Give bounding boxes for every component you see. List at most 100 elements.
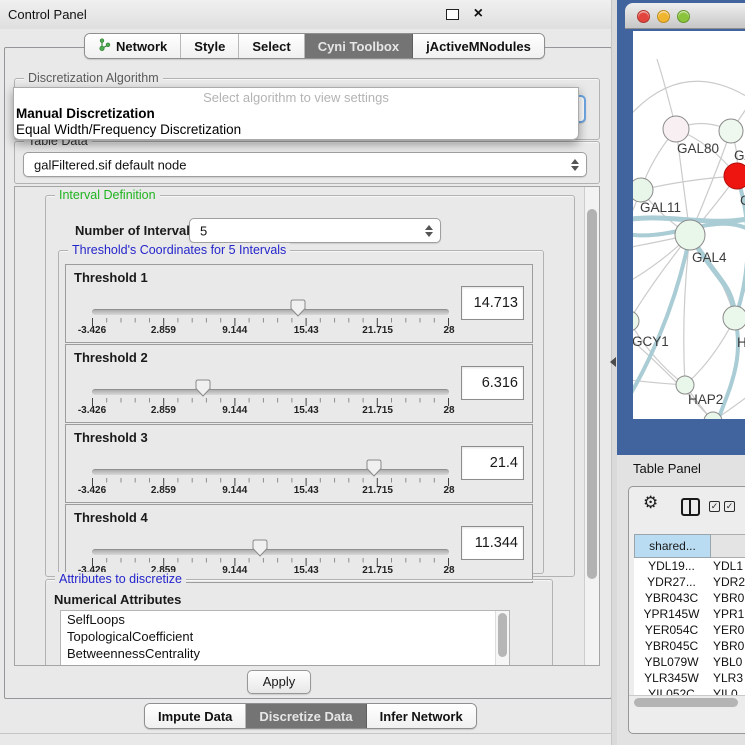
slider-thumb[interactable]	[290, 299, 306, 317]
node-label-gal80: GAL80	[677, 141, 719, 156]
settings-scrollbar-track[interactable]	[584, 187, 599, 665]
node-label-gal4: GAL4	[692, 250, 727, 265]
node-label-gal11: GAL11	[640, 200, 681, 215]
close-icon[interactable]: ×	[474, 4, 483, 24]
number-of-intervals-combobox[interactable]: 5	[189, 218, 441, 243]
table-row[interactable]: YBR045CYBR0	[634, 638, 745, 654]
table-row[interactable]: YER054CYER0	[634, 622, 745, 638]
tab-jactivemnodules[interactable]: jActiveMNodules	[413, 34, 544, 58]
slider-track[interactable]	[92, 389, 449, 395]
table-row[interactable]: YBR043CYBR0	[634, 590, 745, 606]
number-of-intervals-label: Number of Intervals	[75, 223, 197, 238]
network-node-gal80[interactable]	[663, 116, 689, 142]
threshold-boxes: Threshold 1-3.4262.8599.14415.4321.71528…	[65, 264, 533, 584]
minimize-window-icon[interactable]	[657, 10, 670, 23]
threshold-value-field[interactable]: 14.713	[461, 286, 524, 320]
slider-thumb[interactable]	[366, 459, 382, 477]
tab-style[interactable]: Style	[181, 34, 239, 58]
table-row[interactable]: YPR145WYPR1	[634, 606, 745, 622]
cell-shared-name: YER054C	[634, 622, 709, 638]
gear-icon[interactable]: ⚙	[643, 493, 658, 513]
settings-scroll-area: Interval Definition Number of Intervals …	[14, 186, 600, 666]
threshold-label: Threshold 4	[74, 510, 148, 525]
apply-button[interactable]: Apply	[247, 670, 311, 694]
attribute-item-betweennesscentrality[interactable]: BetweennessCentrality	[61, 645, 509, 662]
tick-label: 2.859	[151, 325, 176, 336]
network-node-gal4[interactable]	[675, 220, 705, 250]
tick-label: 2.859	[151, 485, 176, 496]
slider-thumb[interactable]	[195, 379, 211, 397]
attributes-scrollbar-thumb[interactable]	[498, 613, 507, 657]
node-label-h: H	[737, 335, 745, 350]
checkbox-icon[interactable]: ✓	[709, 501, 720, 512]
combo-stepper-icon	[425, 225, 433, 237]
algorithm-dropdown-popup: Select algorithm to view settings Manual…	[13, 87, 579, 140]
numerical-attributes-label: Numerical Attributes	[54, 592, 181, 607]
slider-ticks	[90, 316, 452, 331]
tab-label: jActiveMNodules	[426, 39, 531, 54]
tick-label: -3.426	[78, 485, 106, 496]
table-row[interactable]: YBL079WYBL0	[634, 654, 745, 670]
tab-select[interactable]: Select	[239, 34, 304, 58]
network-edge[interactable]	[685, 318, 735, 385]
tab-impute-data[interactable]: Impute Data	[145, 704, 246, 728]
network-node-node-right-mid[interactable]	[723, 306, 745, 330]
cell-shared-name: YPR145W	[634, 606, 709, 622]
control-panel-tabs: NetworkStyleSelectCyni Toolbox jActiveMNo…	[84, 33, 545, 59]
attributes-scrollbar-track[interactable]	[495, 611, 509, 666]
table-row[interactable]: YLR345WYLR3	[634, 670, 745, 686]
tick-label: 9.144	[222, 405, 247, 416]
zoom-window-icon[interactable]	[677, 10, 690, 23]
table-row[interactable]: YDR27...YDR2	[634, 574, 745, 590]
table-data-combobox[interactable]: galFiltered.sif default node	[23, 152, 587, 177]
settings-scrollbar-thumb[interactable]	[587, 209, 597, 579]
algorithm-option-manual[interactable]: Manual Discretization	[14, 106, 578, 122]
attribute-item-topologicalcoefficient[interactable]: TopologicalCoefficient	[61, 628, 509, 645]
network-node-gcy1[interactable]	[633, 311, 639, 331]
slider-thumb[interactable]	[252, 539, 268, 557]
tick-label: 21.715	[362, 405, 393, 416]
column-header-name[interactable]: na	[711, 534, 745, 558]
column-layout-icon[interactable]	[681, 498, 700, 516]
tick-label: 15.43	[294, 325, 319, 336]
table-hscrollbar-thumb[interactable]	[634, 698, 738, 707]
network-node-node-top-right[interactable]	[719, 119, 743, 143]
node-label-c: C	[740, 193, 745, 208]
tab-discretize-data[interactable]: Discretize Data	[246, 704, 366, 728]
network-window-titlebar[interactable]	[625, 3, 745, 29]
threshold-value-field[interactable]: 21.4	[461, 446, 524, 480]
tick-label: 9.144	[222, 325, 247, 336]
network-node-gal11[interactable]	[633, 178, 653, 202]
tab-cyni-toolbox[interactable]: Cyni Toolbox	[305, 34, 413, 58]
cell-name: YBL0	[709, 654, 745, 670]
slider-track[interactable]	[92, 549, 449, 555]
network-node-red-node[interactable]	[724, 163, 745, 189]
threshold-value-field[interactable]: 11.344	[461, 526, 524, 560]
attributes-group: Attributes to discretize Numerical Attri…	[45, 579, 553, 666]
column-header-shared-name[interactable]: shared...	[634, 534, 711, 558]
tab-network[interactable]: Network	[85, 34, 181, 58]
numerical-attributes-list[interactable]: SelfLoopsTopologicalCoefficientBetweenne…	[60, 610, 510, 666]
attribute-item-selfloops[interactable]: SelfLoops	[61, 611, 509, 628]
divider-collapse-handle[interactable]	[610, 357, 616, 367]
cell-shared-name: YLR345W	[634, 670, 709, 686]
checkbox-icon[interactable]: ✓	[724, 501, 735, 512]
network-edge[interactable]	[641, 176, 737, 190]
threshold-label: Threshold 3	[74, 430, 148, 445]
network-canvas[interactable]: GAL80GACGAL11GAL4GCY1HHAP2	[633, 31, 745, 419]
node-label-hap2: HAP2	[688, 392, 723, 407]
float-window-icon[interactable]	[446, 9, 459, 20]
tab-infer-network[interactable]: Infer Network	[367, 704, 476, 728]
interval-definition-title: Interval Definition	[55, 188, 160, 202]
table-row[interactable]: YDL19...YDL1	[634, 558, 745, 574]
threshold-value-field[interactable]: 6.316	[461, 366, 524, 400]
table-hscrollbar-track[interactable]	[629, 695, 745, 709]
cell-name: YER0	[709, 622, 745, 638]
close-window-icon[interactable]	[637, 10, 650, 23]
slider-track[interactable]	[92, 309, 449, 315]
slider-track[interactable]	[92, 469, 449, 475]
tab-label: Infer Network	[380, 709, 463, 724]
cell-shared-name: YDR27...	[634, 574, 709, 590]
algorithm-option-equal-width[interactable]: Equal Width/Frequency Discretization	[14, 122, 578, 138]
table-header: shared... na	[634, 534, 745, 558]
